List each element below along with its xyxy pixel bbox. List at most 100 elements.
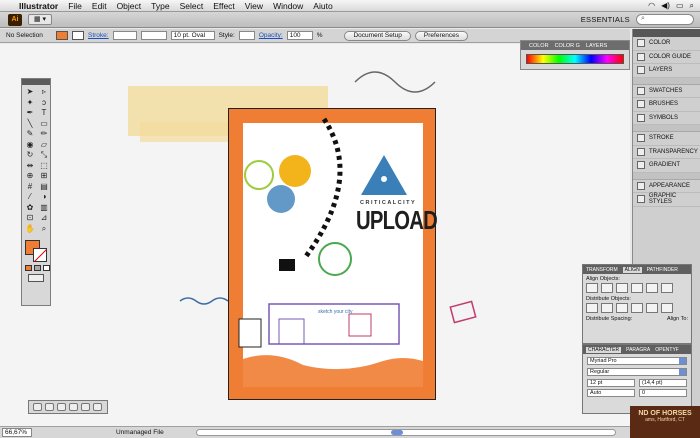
pencil-tool-icon[interactable]: ✏ [37, 129, 51, 140]
align-hcenter-icon[interactable] [601, 283, 613, 293]
battery-icon[interactable]: ▭ [676, 1, 684, 10]
line-tool-icon[interactable]: ╲ [23, 119, 37, 130]
tab-opentype[interactable]: OPENTYF [655, 347, 679, 353]
eyedropper-tool-icon[interactable]: ⁄ [23, 192, 37, 203]
free-transform-tool-icon[interactable]: ⬚ [37, 161, 51, 172]
eraser-tool-icon[interactable]: ▱ [37, 140, 51, 151]
menu-view[interactable]: View [240, 1, 268, 11]
scale-tool-icon[interactable]: ⤡ [37, 150, 51, 161]
brush-dropdown[interactable]: 10 pt. Oval [170, 31, 215, 40]
magic-wand-tool-icon[interactable]: ✦ [23, 98, 37, 109]
panel-layers[interactable]: LAYERS [633, 64, 700, 78]
kerning-field[interactable]: Auto [587, 389, 635, 397]
panel-transparency[interactable]: TRANSPARENCY [633, 146, 700, 159]
screen-mode-icon[interactable] [28, 274, 44, 282]
panel-brushes[interactable]: BRUSHES [633, 98, 700, 112]
tab-layers[interactable]: LAYERS [586, 43, 607, 49]
align-right-icon[interactable] [616, 283, 628, 293]
slice-tool-icon[interactable]: ⊿ [37, 213, 51, 224]
fill-stroke-control[interactable] [25, 240, 49, 262]
panel-symbols[interactable]: SYMBOLS [633, 112, 700, 125]
dist-top-icon[interactable] [586, 303, 598, 313]
align-bottom-icon[interactable] [661, 283, 673, 293]
horizontal-scrollbar[interactable] [196, 429, 616, 436]
lasso-tool-icon[interactable]: ↄ [37, 98, 51, 109]
menu-file[interactable]: File [63, 1, 87, 11]
tab-transform[interactable]: TRANSFORM [586, 267, 618, 273]
fill-swatch[interactable] [56, 31, 68, 40]
rotate-tool-icon[interactable]: ↻ [23, 150, 37, 161]
color-spectrum[interactable] [526, 54, 624, 64]
perspective-grid-tool-icon[interactable]: ⊞ [37, 171, 51, 182]
panel-graphic-styles[interactable]: GRAPHIC STYLES [633, 193, 700, 207]
tab-color[interactable]: COLOR [529, 43, 549, 49]
menu-window[interactable]: Window [268, 1, 308, 11]
search-help-input[interactable]: ⌕ [636, 14, 694, 25]
menu-select[interactable]: Select [175, 1, 209, 11]
rectangle-tool-icon[interactable]: ▭ [37, 119, 51, 130]
style-dropdown[interactable] [238, 31, 255, 40]
zoom-level-field[interactable]: 66,67% [2, 428, 32, 437]
symbol-5-icon[interactable] [81, 403, 90, 411]
panel-swatches[interactable]: SWATCHES [633, 85, 700, 98]
symbol-6-icon[interactable] [93, 403, 102, 411]
panel-color[interactable]: COLOR [633, 37, 700, 51]
tab-color-guide[interactable]: COLOR G [555, 43, 580, 49]
symbol-2-icon[interactable] [45, 403, 54, 411]
preferences-button[interactable]: Preferences [414, 30, 468, 41]
dist-right-icon[interactable] [661, 303, 673, 313]
dock-header[interactable] [633, 29, 700, 37]
spotlight-icon[interactable]: ⌕ [690, 1, 694, 11]
artboard-tool-icon[interactable]: ⊡ [23, 213, 37, 224]
align-vcenter-icon[interactable] [646, 283, 658, 293]
column-graph-tool-icon[interactable]: ▥ [37, 203, 51, 214]
tab-character[interactable]: CHARACTER [586, 346, 622, 353]
font-size-field[interactable]: 12 pt [587, 379, 635, 387]
gradient-mode-icon[interactable] [34, 265, 41, 271]
paintbrush-tool-icon[interactable]: ✎ [23, 129, 37, 140]
menu-effect[interactable]: Effect [208, 1, 240, 11]
wifi-icon[interactable]: ◠ [648, 1, 655, 10]
stroke-weight-field[interactable] [112, 31, 137, 40]
align-left-icon[interactable] [586, 283, 598, 293]
menu-edit[interactable]: Edit [87, 1, 112, 11]
symbol-3-icon[interactable] [57, 403, 66, 411]
menu-help[interactable]: Aiuto [308, 1, 337, 11]
artboard[interactable] [228, 108, 436, 400]
arrange-documents-button[interactable]: ▦ ▾ [28, 14, 52, 25]
menu-type[interactable]: Type [146, 1, 174, 11]
variable-width-dropdown[interactable] [140, 31, 167, 40]
blob-brush-tool-icon[interactable]: ◉ [23, 140, 37, 151]
none-mode-icon[interactable] [43, 265, 50, 271]
tracking-field[interactable]: 0 [639, 389, 687, 397]
color-mode-icon[interactable] [25, 265, 32, 271]
panel-color-guide[interactable]: COLOR GUIDE [633, 51, 700, 64]
menu-object[interactable]: Object [112, 1, 147, 11]
tab-align[interactable]: ALIGN [622, 266, 642, 273]
tab-paragraph[interactable]: PARAGRA [626, 347, 650, 353]
dist-hcenter-icon[interactable] [646, 303, 658, 313]
leading-field[interactable]: (14,4 pt) [639, 379, 687, 387]
opacity-label[interactable]: Opacity: [259, 32, 283, 39]
stroke-color-swatch[interactable] [33, 248, 47, 262]
symbol-sprayer-tool-icon[interactable]: ✿ [23, 203, 37, 214]
scrollbar-thumb[interactable] [391, 430, 403, 435]
direct-selection-tool-icon[interactable]: ▹ [37, 87, 51, 98]
type-tool-icon[interactable]: T [37, 108, 51, 119]
volume-icon[interactable]: ◀) [661, 1, 670, 10]
tab-pathfinder[interactable]: PATHFINDER [647, 267, 678, 273]
selection-tool-icon[interactable]: ➤ [23, 87, 37, 98]
hand-tool-icon[interactable]: ✋ [23, 224, 37, 235]
dist-left-icon[interactable] [631, 303, 643, 313]
document-setup-button[interactable]: Document Setup [344, 30, 411, 41]
font-family-select[interactable]: Myriad Pro [587, 357, 687, 365]
blend-tool-icon[interactable]: ◑ [37, 192, 51, 203]
gradient-tool-icon[interactable]: ▤ [37, 182, 51, 193]
shape-builder-tool-icon[interactable]: ⊕ [23, 171, 37, 182]
stroke-swatch[interactable] [72, 31, 84, 40]
panel-stroke[interactable]: STROKE [633, 132, 700, 146]
stroke-label[interactable]: Stroke: [88, 32, 109, 39]
menu-app[interactable]: Illustrator [14, 1, 63, 11]
opacity-field[interactable]: 100 [286, 31, 313, 40]
zoom-tool-icon[interactable]: ⌕ [37, 224, 51, 235]
